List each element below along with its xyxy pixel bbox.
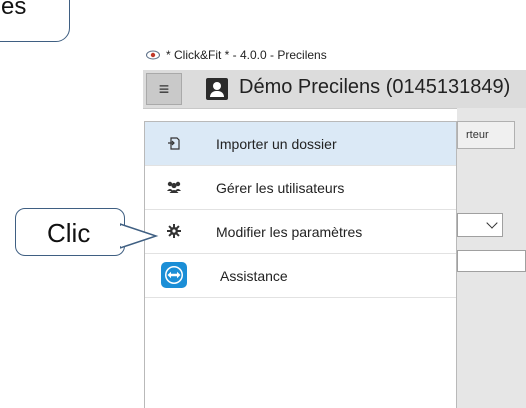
main-dropdown-menu: Importer un dossier Gérer les utilisateu… — [144, 121, 457, 408]
window-title: * Click&Fit * - 4.0.0 - Precilens — [166, 48, 327, 62]
gear-icon — [167, 224, 181, 238]
import-icon — [168, 137, 180, 150]
menu-item-manage-users[interactable]: Gérer les utilisateurs — [145, 166, 456, 210]
app-header: ≡ Démo Precilens (0145131849) — [143, 70, 526, 109]
annotation-callout-top-text: es — [1, 0, 27, 20]
contact-card-icon — [206, 78, 228, 100]
menu-item-modify-settings[interactable]: Modifier les paramètres — [145, 210, 456, 254]
teamviewer-icon — [161, 262, 187, 288]
eye-icon — [146, 50, 160, 60]
hamburger-menu-button[interactable]: ≡ — [146, 73, 182, 105]
users-icon — [167, 181, 181, 193]
menu-item-label: Modifier les paramètres — [216, 223, 363, 240]
menu-item-label: Gérer les utilisateurs — [216, 179, 345, 196]
background-input-field[interactable] — [457, 250, 526, 272]
annotation-callout-top: es — [0, 0, 70, 42]
annotation-callout-clic: Clic — [15, 208, 125, 256]
menu-item-label: Assistance — [220, 267, 288, 284]
chevron-down-icon — [486, 217, 498, 229]
background-select[interactable] — [457, 213, 503, 237]
menu-item-assistance[interactable]: Assistance — [145, 254, 456, 298]
menu-item-label: Importer un dossier — [216, 135, 337, 152]
background-tab-button[interactable]: rteur — [457, 121, 515, 149]
patient-title: Démo Precilens (0145131849) — [239, 76, 511, 98]
callout-pointer-arrow — [120, 223, 159, 249]
window-title-bar: * Click&Fit * - 4.0.0 - Precilens — [146, 44, 327, 66]
menu-item-import-folder[interactable]: Importer un dossier — [145, 122, 456, 166]
annotation-callout-text: Clic — [47, 218, 91, 248]
